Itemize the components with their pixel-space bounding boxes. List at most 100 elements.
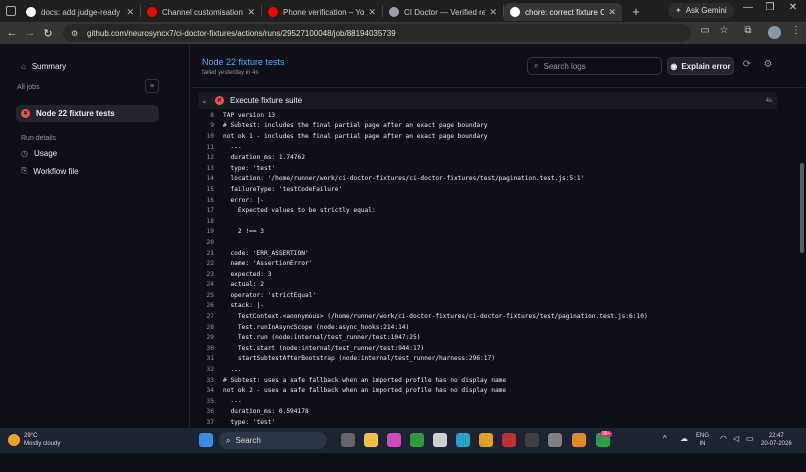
line-number[interactable]: 25: [198, 292, 223, 299]
back-arrow-icon[interactable]: ←: [3, 27, 21, 39]
step-header[interactable]: ⌄ ✕ Execute fixture suite 4s: [198, 92, 777, 109]
line-number[interactable]: 9: [198, 122, 223, 129]
line-number[interactable]: 21: [198, 250, 223, 257]
line-number[interactable]: 18: [198, 218, 223, 225]
refresh-icon[interactable]: ⟳: [740, 59, 754, 73]
log-line: 13 type: 'test': [198, 163, 777, 174]
minimize-icon[interactable]: —: [738, 2, 758, 13]
language-indicator[interactable]: ENG IN: [696, 432, 709, 448]
search-logs-field[interactable]: ⌕: [527, 57, 662, 75]
chrome-active-icon[interactable]: [572, 433, 586, 447]
cast-icon[interactable]: ▭: [697, 25, 713, 36]
tab-close-icon[interactable]: ✕: [368, 7, 376, 18]
line-number[interactable]: 13: [198, 165, 223, 172]
scrollbar-thumb[interactable]: [800, 163, 804, 253]
file-explorer-icon[interactable]: [364, 433, 378, 447]
browser-tab[interactable]: Phone verification – YouTube✕: [262, 3, 382, 21]
line-number[interactable]: 12: [198, 154, 223, 161]
line-number[interactable]: 20: [198, 239, 223, 246]
line-text: type: 'test': [223, 419, 275, 426]
weather-widget[interactable]: 29°C Mostly cloudy: [8, 432, 60, 448]
line-number[interactable]: 34: [198, 387, 223, 394]
close-window-icon[interactable]: ✕: [783, 2, 803, 13]
line-number[interactable]: 30: [198, 345, 223, 352]
line-number[interactable]: 29: [198, 334, 223, 341]
tab-title: chore: correct fixture CI work: [525, 8, 604, 17]
line-number[interactable]: 36: [198, 408, 223, 415]
summary-link[interactable]: ⌂ Summary: [21, 62, 66, 71]
browser-menu-icon[interactable]: ⋮: [788, 25, 804, 36]
line-number[interactable]: 24: [198, 281, 223, 288]
browser-tab[interactable]: chore: correct fixture CI work ✕: [504, 3, 622, 21]
line-number[interactable]: 32: [198, 366, 223, 373]
line-number[interactable]: 14: [198, 175, 223, 182]
clock[interactable]: 22:47 20-07-2026: [761, 432, 792, 448]
restore-icon[interactable]: ❐: [760, 2, 780, 13]
usage-link[interactable]: ◷ Usage: [21, 149, 57, 158]
forward-arrow-icon[interactable]: →: [21, 27, 39, 39]
line-text: not ok 1 - includes the final partial pa…: [223, 133, 488, 140]
wifi-icon[interactable]: ◠: [720, 435, 727, 443]
task-view-icon[interactable]: [341, 433, 355, 447]
line-number[interactable]: 16: [198, 197, 223, 204]
profile-avatar[interactable]: [768, 26, 781, 39]
job-item-node22[interactable]: ✕ Node 22 fixture tests: [16, 105, 159, 122]
chatgpt-icon[interactable]: [548, 433, 562, 447]
line-number[interactable]: 23: [198, 271, 223, 278]
tab-close-icon[interactable]: ✕: [247, 7, 255, 18]
start-icon[interactable]: [199, 433, 213, 447]
line-number[interactable]: 37: [198, 419, 223, 426]
volume-icon[interactable]: ◁: [733, 435, 739, 443]
search-logs-input[interactable]: [543, 62, 653, 71]
tab-close-icon[interactable]: ✕: [126, 7, 134, 18]
tab-close-icon[interactable]: ✕: [608, 7, 616, 18]
workflow-file-link[interactable]: ⎘ Workflow file: [21, 166, 79, 176]
ask-gemini-button[interactable]: ✦ Ask Gemini: [668, 3, 734, 18]
job-title[interactable]: Node 22 fixture tests: [202, 57, 285, 67]
line-number[interactable]: 33: [198, 377, 223, 384]
extensions-icon[interactable]: ⧉: [740, 25, 756, 36]
log-line: 35 ---: [198, 396, 777, 407]
line-number[interactable]: 22: [198, 260, 223, 267]
line-number[interactable]: 19: [198, 228, 223, 235]
xbox-icon[interactable]: [410, 433, 424, 447]
line-number[interactable]: 26: [198, 302, 223, 309]
line-text: duration_ms: 0.594178: [223, 408, 309, 415]
store-icon[interactable]: [433, 433, 447, 447]
taskbar-search[interactable]: ⌕ Search: [219, 432, 327, 449]
bookmark-star-icon[interactable]: ☆: [716, 25, 732, 36]
reload-icon[interactable]: ↻: [39, 27, 57, 40]
cloud-icon[interactable]: ☁: [680, 435, 688, 443]
address-bar[interactable]: ⚙ github.com/neurosyncx7/ci-doctor-fixtu…: [63, 24, 691, 42]
filter-icon[interactable]: ≡: [145, 79, 159, 93]
line-number[interactable]: 8: [198, 112, 223, 119]
page-scrollbar[interactable]: [798, 88, 806, 472]
line-number[interactable]: 28: [198, 324, 223, 331]
settings-gear-icon[interactable]: ⚙: [761, 59, 775, 73]
line-number[interactable]: 31: [198, 355, 223, 362]
explain-error-button[interactable]: ◉ Explain error: [667, 57, 734, 75]
line-text: code: 'ERR_ASSERTION': [223, 250, 309, 257]
tab-search-icon[interactable]: [6, 6, 16, 16]
browser-tab[interactable]: CI Doctor — Verified repair✕: [383, 3, 503, 21]
line-number[interactable]: 17: [198, 207, 223, 214]
edge-icon[interactable]: [456, 433, 470, 447]
line-number[interactable]: 35: [198, 398, 223, 405]
line-number[interactable]: 10: [198, 133, 223, 140]
line-number[interactable]: 15: [198, 186, 223, 193]
new-tab-button[interactable]: +: [628, 4, 644, 19]
app-icon[interactable]: [502, 433, 516, 447]
tray-chevron-icon[interactable]: ^: [663, 435, 667, 443]
chrome-icon[interactable]: [479, 433, 493, 447]
step-failure-icon: ✕: [215, 96, 224, 105]
line-number[interactable]: 27: [198, 313, 223, 320]
site-info-icon[interactable]: ⚙: [71, 29, 81, 38]
browser-tab[interactable]: docs: add judge-ready setup✕: [20, 3, 140, 21]
browser-tab[interactable]: Channel customisation - YouT✕: [141, 3, 261, 21]
line-number[interactable]: 11: [198, 144, 223, 151]
all-jobs-heading: All jobs: [17, 84, 40, 91]
copilot-app-icon[interactable]: [387, 433, 401, 447]
tab-close-icon[interactable]: ✕: [489, 7, 497, 18]
terminal-icon[interactable]: [525, 433, 539, 447]
battery-icon[interactable]: ▭: [746, 435, 754, 443]
